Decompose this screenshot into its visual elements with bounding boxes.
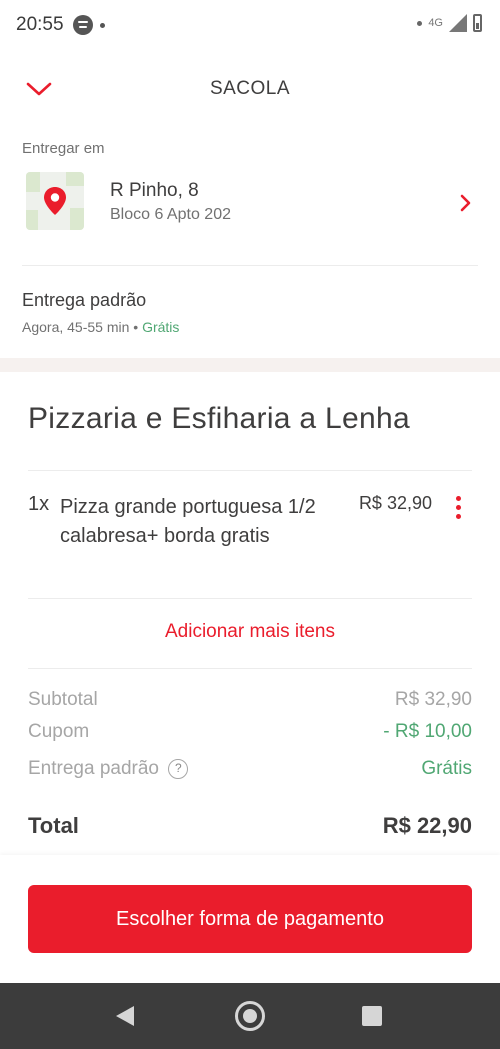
address-complement: Bloco 6 Apto 202 <box>110 206 231 223</box>
kebab-menu-icon[interactable] <box>456 496 462 520</box>
network-type: 4G <box>428 17 443 29</box>
store-name: Pizzaria e Esfiharia a Lenha <box>28 402 410 435</box>
delivery-time-text: Agora, 45-55 min • <box>22 319 139 335</box>
subtotal-value: R$ 32,90 <box>394 689 472 710</box>
battery-icon <box>473 14 482 32</box>
help-icon[interactable]: ? <box>168 759 189 779</box>
map-thumbnail <box>26 172 84 230</box>
status-dot-icon <box>417 20 423 26</box>
divider <box>28 470 472 471</box>
address-street: R Pinho, 8 <box>110 180 199 201</box>
choose-payment-button[interactable]: Escolher forma de pagamento <box>28 885 472 953</box>
header: SACOLA <box>0 60 500 116</box>
status-time: 20:55 <box>16 14 64 35</box>
notification-dot-icon <box>99 22 105 28</box>
delivery-fee-value: Grátis <box>421 758 472 779</box>
system-nav-bar <box>0 983 500 1049</box>
status-indicators: 4G <box>417 14 482 32</box>
divider <box>28 598 472 599</box>
coupon-value: - R$ 10,00 <box>383 721 472 742</box>
coupon-row: Cupom - R$ 10,00 <box>28 721 472 743</box>
item-quantity: 1x <box>28 493 50 515</box>
spotify-icon <box>72 15 93 35</box>
subtotal-label: Subtotal <box>28 689 98 710</box>
page-title: SACOLA <box>209 78 291 99</box>
total-label: Total <box>28 813 79 838</box>
delivery-fee-row: Entrega padrão ? Grátis <box>28 758 472 780</box>
deliver-to-label: Entregar em <box>22 140 105 157</box>
chevron-right-icon <box>460 194 471 212</box>
item-name: Pizza grande portuguesa 1/2 calabresa+ b… <box>60 496 316 547</box>
divider <box>28 668 472 669</box>
nav-recent-icon[interactable] <box>362 1006 382 1026</box>
add-more-items-link[interactable]: Adicionar mais itens <box>0 621 500 643</box>
section-separator <box>0 358 500 372</box>
coupon-label: Cupom <box>28 721 90 742</box>
delivery-fee-label: Entrega padrão <box>28 758 159 779</box>
delivery-free-text: Grátis <box>142 319 180 335</box>
delivery-type: Entrega padrão <box>22 290 147 310</box>
nav-home-icon[interactable] <box>235 1001 265 1031</box>
delivery-eta: Agora, 45-55 min • Grátis <box>22 319 179 335</box>
subtotal-row: Subtotal R$ 32,90 <box>28 689 472 711</box>
nav-back-icon[interactable] <box>116 1006 134 1026</box>
status-bar: 20:55 4G <box>0 0 500 50</box>
total-value: R$ 22,90 <box>382 813 472 838</box>
location-pin-icon <box>44 187 66 215</box>
signal-icon <box>449 14 467 32</box>
item-price: R$ 32,90 <box>358 493 432 513</box>
divider <box>22 265 478 266</box>
address-selector[interactable]: R Pinho, 8 Bloco 6 Apto 202 <box>22 168 478 238</box>
